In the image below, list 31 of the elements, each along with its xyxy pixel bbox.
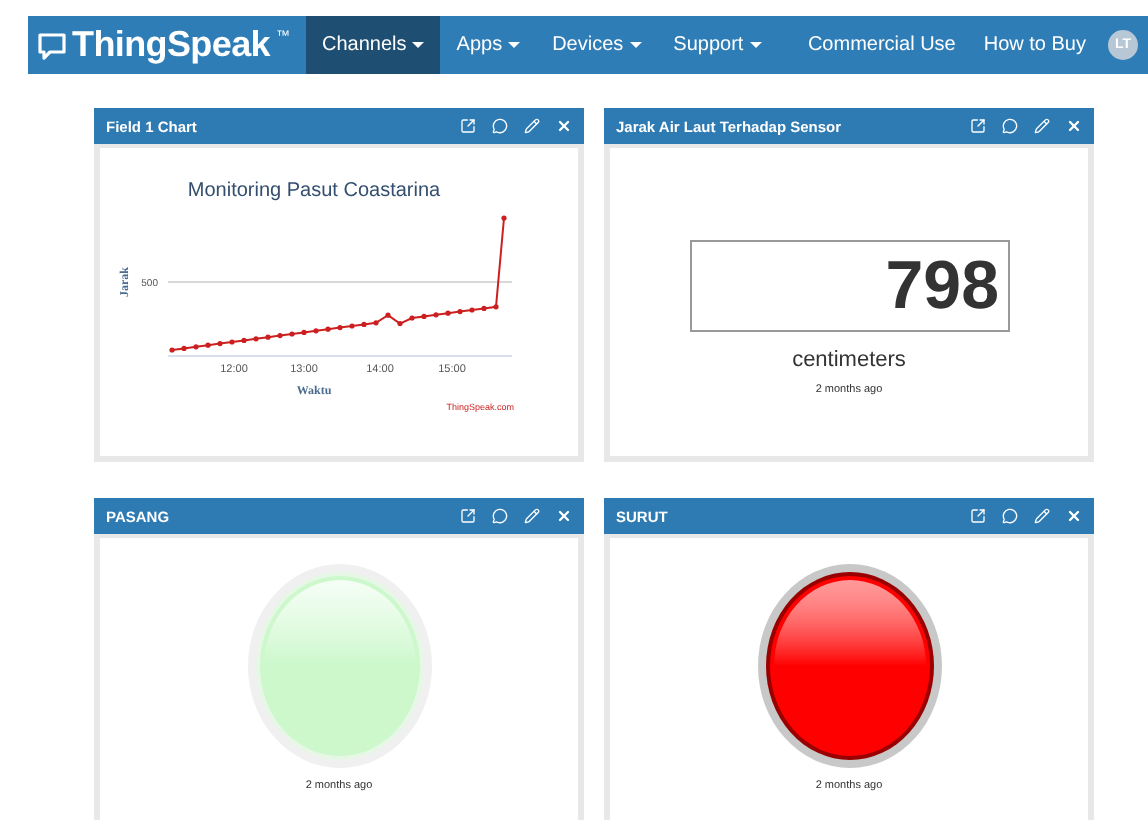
external-link-icon[interactable] [970,508,986,524]
speech-bubble-icon [38,31,66,59]
comment-icon[interactable] [492,508,508,524]
nav-menu[interactable]: Devices [536,16,658,74]
close-icon[interactable] [556,118,572,134]
caret-icon [508,42,521,48]
nav-link[interactable]: How to Buy [969,16,1100,74]
external-link-icon[interactable] [970,118,986,134]
comment-icon[interactable] [1002,118,1018,134]
comment-icon[interactable] [1002,508,1018,524]
pencil-icon[interactable] [524,508,540,524]
close-icon[interactable] [1066,508,1082,524]
close-icon[interactable] [1066,118,1082,134]
nav-menu[interactable]: Support [657,16,778,74]
pencil-icon[interactable] [524,118,540,134]
pencil-icon[interactable] [1034,508,1050,524]
caret-icon [629,42,642,48]
external-link-icon[interactable] [460,118,476,134]
unit-label: centimeters [792,348,906,372]
brand-name[interactable]: ThingSpeak [72,24,271,66]
nav-menu[interactable]: Channels [306,16,441,74]
numeric-value: 798 [885,247,999,325]
chart-title: Monitoring Pasut Coastarina [186,180,440,202]
caret-icon [412,42,425,48]
nav-menu[interactable]: Apps [440,16,537,74]
external-link-icon[interactable] [460,508,476,524]
caret-icon [749,42,762,48]
comment-icon[interactable] [492,118,508,134]
pencil-icon[interactable] [1034,118,1050,134]
close-icon[interactable] [556,508,572,524]
nav-link[interactable]: Commercial Use [793,16,970,74]
